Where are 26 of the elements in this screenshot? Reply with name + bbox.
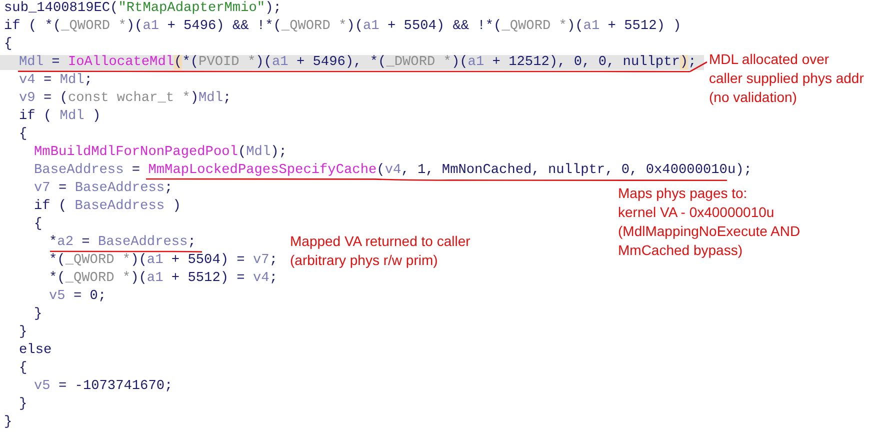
code-line: { — [18, 361, 28, 376]
code-line: v9 = (const wchar_t *)Mdl; — [18, 91, 232, 106]
code-line: if ( *(_QWORD *)(a1 + 5496) && !*(_QWORD *)(a1 + 5504) && !*(_QWORD *)(a1 + 5512) ) — [3, 19, 682, 34]
code-line: v5 = -1073741670; — [33, 379, 173, 394]
code-line: *(_QWORD *)(a1 + 5512) = v4; — [48, 271, 278, 286]
code-line: else — [18, 343, 52, 358]
code-line: v5 = 0; — [48, 289, 106, 304]
code-line: v4 = Mdl; — [18, 73, 92, 88]
code-line: } — [3, 415, 12, 430]
code-line: if ( BaseAddress ) — [33, 199, 181, 214]
code-line: if ( Mdl ) — [18, 109, 101, 124]
annotation-note: MDL allocated over caller supplied phys addr (no validation) — [709, 50, 864, 107]
code-line: } — [33, 307, 42, 322]
code-line: *(_QWORD *)(a1 + 5504) = v7; — [48, 253, 278, 268]
code-line: v7 = BaseAddress; — [33, 181, 173, 196]
code-line: } — [18, 325, 28, 340]
code-line: { — [33, 217, 42, 232]
code-line: BaseAddress = MmMapLockedPagesSpecifyCache(v4, 1, MmNonCached, nullptr, 0, 0x40000010u); — [33, 163, 752, 178]
code-line: } — [18, 397, 28, 412]
code-line: { — [18, 127, 28, 142]
code-line: sub_1400819EC("RtMapAdapterMmio"); — [3, 1, 282, 16]
code-line: *a2 = BaseAddress; — [48, 235, 196, 250]
annotation-note: Mapped VA returned to caller (arbitrary phys r/w prim) — [290, 232, 470, 270]
annotation-note: Maps phys pages to: kernel VA - 0x40000010u (MdlMappingNoExecute AND MmCached bypass) — [618, 184, 800, 260]
code-line: MmBuildMdlForNonPagedPool(Mdl); — [33, 145, 287, 160]
code-line: { — [3, 37, 12, 52]
